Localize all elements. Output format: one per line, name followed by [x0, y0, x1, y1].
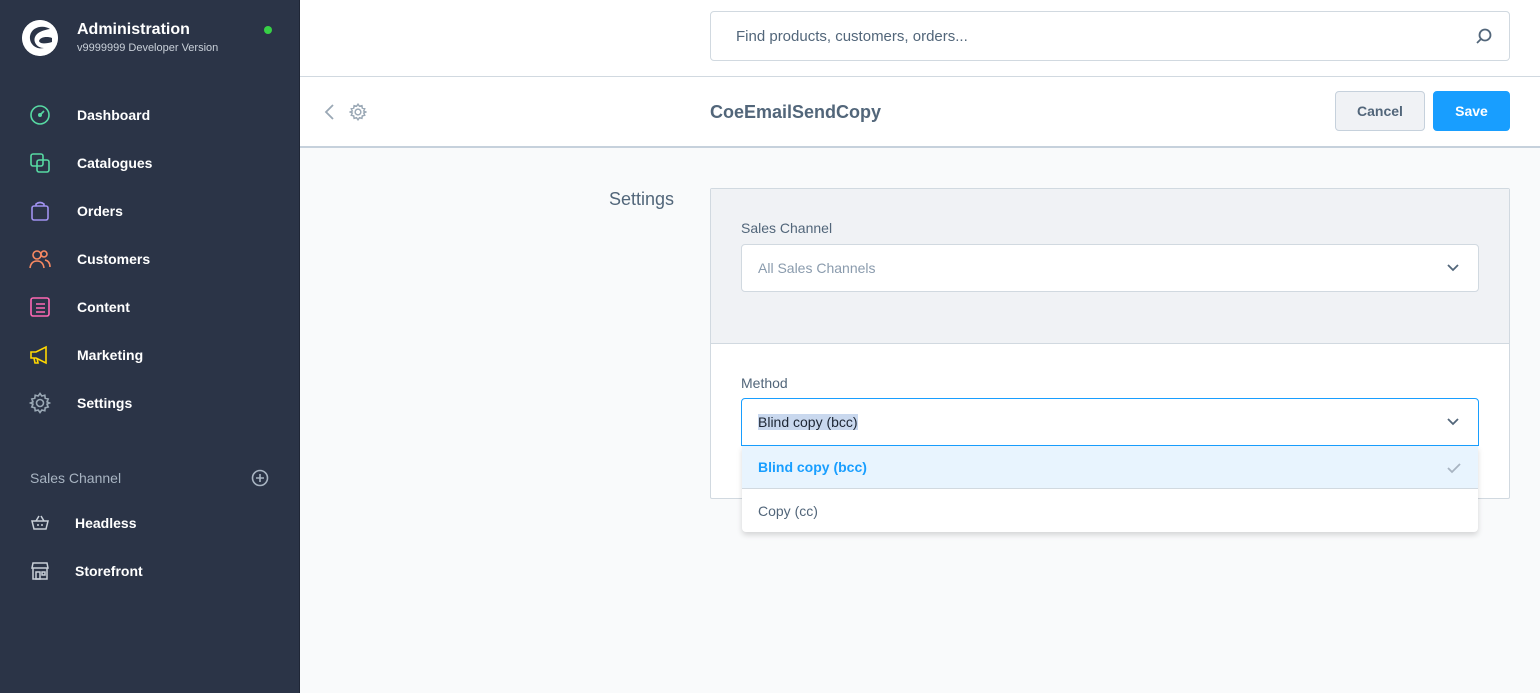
customers-icon — [29, 248, 51, 270]
back-chevron-icon[interactable] — [320, 101, 338, 123]
page-title: CoeEmailSendCopy — [710, 102, 882, 122]
sidebar-item-dashboard[interactable]: Dashboard — [0, 91, 300, 139]
orders-bag-icon — [29, 200, 51, 222]
sidebar: Administration v9999999 Developer Versio… — [0, 0, 300, 693]
method-select[interactable]: Blind copy (bcc) — [741, 398, 1479, 446]
sidebar-item-label: Content — [77, 299, 130, 315]
sales-channel-select[interactable]: All Sales Channels — [741, 244, 1479, 292]
app-title: Administration — [77, 21, 190, 38]
option-label: Blind copy (bcc) — [758, 459, 867, 475]
option-label: Copy (cc) — [758, 502, 818, 519]
cancel-button[interactable]: Cancel — [1335, 91, 1425, 131]
status-indicator — [264, 26, 272, 34]
sidebar-item-storefront[interactable]: Storefront — [0, 547, 300, 595]
gear-icon[interactable] — [348, 101, 368, 123]
save-button[interactable]: Save — [1433, 91, 1510, 131]
top-bar — [300, 0, 1540, 77]
sidebar-item-marketing[interactable]: Marketing — [0, 331, 300, 379]
marketing-megaphone-icon — [29, 344, 51, 366]
sidebar-item-label: Headless — [75, 515, 137, 531]
search-icon[interactable] — [1459, 12, 1509, 60]
chevron-down-icon — [1428, 245, 1478, 291]
shopware-logo-icon[interactable] — [22, 20, 58, 56]
sidebar-item-label: Storefront — [75, 563, 143, 579]
search-input[interactable] — [711, 12, 1459, 60]
settings-gear-icon — [29, 392, 51, 414]
sidebar-item-catalogues[interactable]: Catalogues — [0, 139, 300, 187]
main-nav: Dashboard Catalogues Orders Customers Co… — [0, 91, 300, 427]
sidebar-item-label: Customers — [77, 251, 151, 267]
sidebar-item-settings[interactable]: Settings — [0, 379, 300, 427]
chevron-down-icon — [1428, 399, 1478, 445]
brand: Administration v9999999 Developer Versio… — [22, 20, 218, 56]
sales-channel-list: Headless Storefront — [0, 499, 300, 595]
sales-channel-field-label: Sales Channel — [741, 220, 833, 236]
sidebar-item-label: Orders — [77, 203, 123, 219]
global-search — [710, 11, 1510, 61]
sidebar-item-label: Marketing — [77, 347, 144, 363]
sidebar-item-label: Dashboard — [77, 107, 151, 123]
smart-bar: CoeEmailSendCopy Cancel Save — [300, 77, 1540, 148]
storefront-icon — [29, 560, 51, 582]
method-dropdown: Blind copy (bcc) Copy (cc) — [742, 446, 1478, 532]
sidebar-item-label: Catalogues — [77, 155, 153, 171]
sales-channel-select-value: All Sales Channels — [758, 260, 876, 276]
catalogues-icon — [29, 152, 51, 174]
sidebar-item-orders[interactable]: Orders — [0, 187, 300, 235]
content-icon — [29, 296, 51, 318]
app-version: v9999999 Developer Version — [77, 42, 219, 54]
sidebar-item-customers[interactable]: Customers — [0, 235, 300, 283]
method-field-label: Method — [741, 375, 788, 391]
dropdown-option-cc[interactable]: Copy (cc) — [742, 489, 1478, 532]
sidebar-item-headless[interactable]: Headless — [0, 499, 300, 547]
add-sales-channel-icon[interactable] — [250, 468, 270, 488]
checkmark-icon — [1446, 460, 1462, 476]
sales-channel-header: Sales Channel — [30, 468, 270, 488]
sales-channel-section: Sales Channel All Sales Channels — [711, 189, 1509, 344]
method-select-value[interactable]: Blind copy (bcc) — [742, 414, 1428, 430]
basket-icon — [29, 512, 51, 534]
section-label: Settings — [609, 189, 675, 209]
sidebar-item-label: Settings — [77, 395, 133, 411]
dashboard-gauge-icon — [29, 104, 51, 126]
sales-channel-title: Sales Channel — [30, 470, 122, 486]
sidebar-item-content[interactable]: Content — [0, 283, 300, 331]
dropdown-option-bcc[interactable]: Blind copy (bcc) — [742, 446, 1478, 489]
